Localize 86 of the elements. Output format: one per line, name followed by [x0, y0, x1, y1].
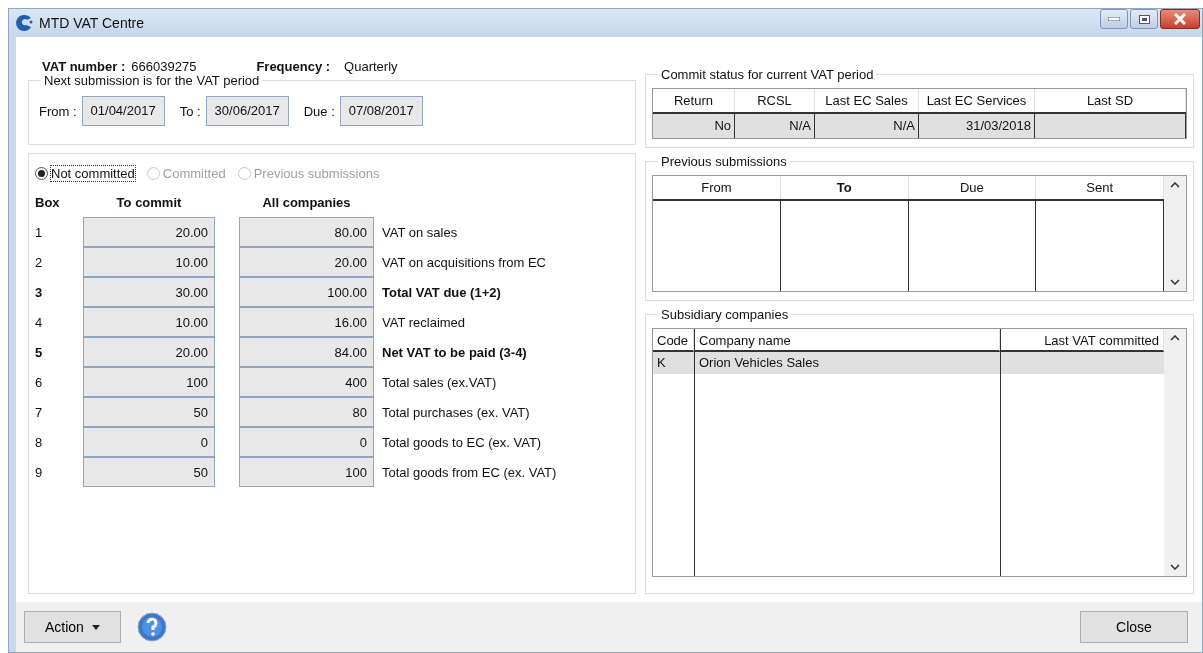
amount-field[interactable]: 100: [83, 367, 215, 397]
window-title: MTD VAT Centre: [39, 15, 146, 31]
amount-field[interactable]: 50: [83, 397, 215, 427]
app-logo-icon: [15, 14, 33, 32]
radio-button[interactable]: Not committed: [35, 166, 135, 181]
group-title: Commit status for current VAT period: [660, 67, 875, 82]
table-cell: No: [653, 114, 735, 138]
box-description: Total sales (ex.VAT): [381, 374, 498, 390]
box-description: Total purchases (ex. VAT): [381, 404, 531, 420]
table-cell[interactable]: Orion Vehicles Sales: [695, 352, 1000, 374]
date-field[interactable]: 30/06/2017: [205, 96, 289, 126]
date-field[interactable]: 07/08/2017: [339, 96, 423, 126]
column-header: To commit: [115, 195, 183, 212]
amount-field[interactable]: 20.00: [239, 247, 374, 277]
close-button[interactable]: [1160, 9, 1200, 29]
column-header: Last EC Sales: [815, 89, 919, 112]
box-description: VAT on sales: [381, 224, 459, 240]
column-header[interactable]: Due: [908, 176, 1037, 199]
maximize-icon: [1138, 14, 1150, 24]
field-label: From :: [39, 103, 77, 119]
frequency-value: Quarterly: [344, 59, 398, 74]
group-title: Next submission is for the VAT period: [43, 73, 260, 88]
scroll-up-icon[interactable]: [1170, 335, 1180, 341]
caret-icon: [91, 624, 100, 630]
table-cell: N/A: [735, 114, 815, 138]
scroll-up-icon[interactable]: [1170, 182, 1180, 188]
box-description: VAT reclaimed: [381, 314, 467, 330]
maximize-button[interactable]: [1130, 9, 1158, 29]
scroll-down-icon[interactable]: [1170, 279, 1180, 285]
group-title: Previous submissions: [660, 154, 788, 169]
amount-field[interactable]: 0: [239, 427, 374, 457]
close-dialog-button[interactable]: Close: [1080, 611, 1188, 643]
help-icon[interactable]: [136, 612, 167, 642]
box-number: 2: [35, 254, 44, 270]
scroll-down-icon[interactable]: [1170, 564, 1180, 570]
action-button[interactable]: Action: [24, 611, 121, 643]
box-description: Net VAT to be paid (3-4): [381, 344, 528, 360]
vat-number-label: VAT number :: [42, 59, 126, 74]
scrollbar[interactable]: [1164, 176, 1186, 291]
amount-field[interactable]: 50: [83, 457, 215, 487]
column-header: Return: [653, 89, 735, 112]
amount-field[interactable]: 80.00: [239, 217, 374, 247]
column-header: All companies: [261, 195, 352, 212]
box-number: 8: [35, 434, 44, 450]
box-description: Total goods to EC (ex. VAT): [381, 434, 543, 450]
amount-field[interactable]: 20.00: [83, 217, 215, 247]
frequency-label: Frequency :: [256, 59, 331, 74]
amount-field[interactable]: 400: [239, 367, 374, 397]
table-cell[interactable]: K: [653, 352, 694, 374]
scrollbar[interactable]: [1164, 329, 1186, 576]
box-description: Total goods from EC (ex. VAT): [381, 464, 558, 480]
amount-field[interactable]: 16.00: [239, 307, 374, 337]
group-title: Subsidiary companies: [660, 307, 790, 322]
column-header: Last EC Services: [919, 89, 1035, 112]
close-icon: [1173, 13, 1187, 25]
box-number: 5: [35, 344, 44, 360]
table-cell: 31/03/2018: [919, 114, 1035, 138]
field-label: Due :: [303, 103, 335, 119]
field-label: To :: [179, 103, 201, 119]
amount-field[interactable]: 0: [83, 427, 215, 457]
amount-field[interactable]: 30.00: [83, 277, 215, 307]
box-number: 7: [35, 404, 44, 420]
amount-field[interactable]: 84.00: [239, 337, 374, 367]
amount-field[interactable]: 100.00: [239, 277, 374, 307]
box-number: 3: [35, 284, 44, 300]
box-description: Total VAT due (1+2): [381, 284, 502, 300]
vat-number: 666039275: [131, 59, 197, 74]
box-number: 1: [35, 224, 44, 240]
amount-field[interactable]: 10.00: [83, 307, 215, 337]
box-number: 4: [35, 314, 44, 330]
amount-field[interactable]: 100: [239, 457, 374, 487]
box-number: 9: [35, 464, 44, 480]
column-header: Box: [35, 195, 61, 212]
minimize-button[interactable]: [1100, 9, 1128, 29]
amount-field[interactable]: 20.00: [83, 337, 215, 367]
box-number: 6: [35, 374, 44, 390]
date-field[interactable]: 01/04/2017: [81, 96, 165, 126]
column-header[interactable]: To: [780, 176, 909, 199]
box-description: VAT on acquisitions from EC: [381, 254, 547, 270]
amount-field[interactable]: 80: [239, 397, 374, 427]
column-header: Last SD: [1035, 89, 1186, 112]
amount-field[interactable]: 10.00: [83, 247, 215, 277]
column-header: RCSL: [735, 89, 815, 112]
minimize-icon: [1108, 17, 1120, 21]
column-header[interactable]: From: [653, 176, 781, 199]
table-cell: N/A: [815, 114, 919, 138]
